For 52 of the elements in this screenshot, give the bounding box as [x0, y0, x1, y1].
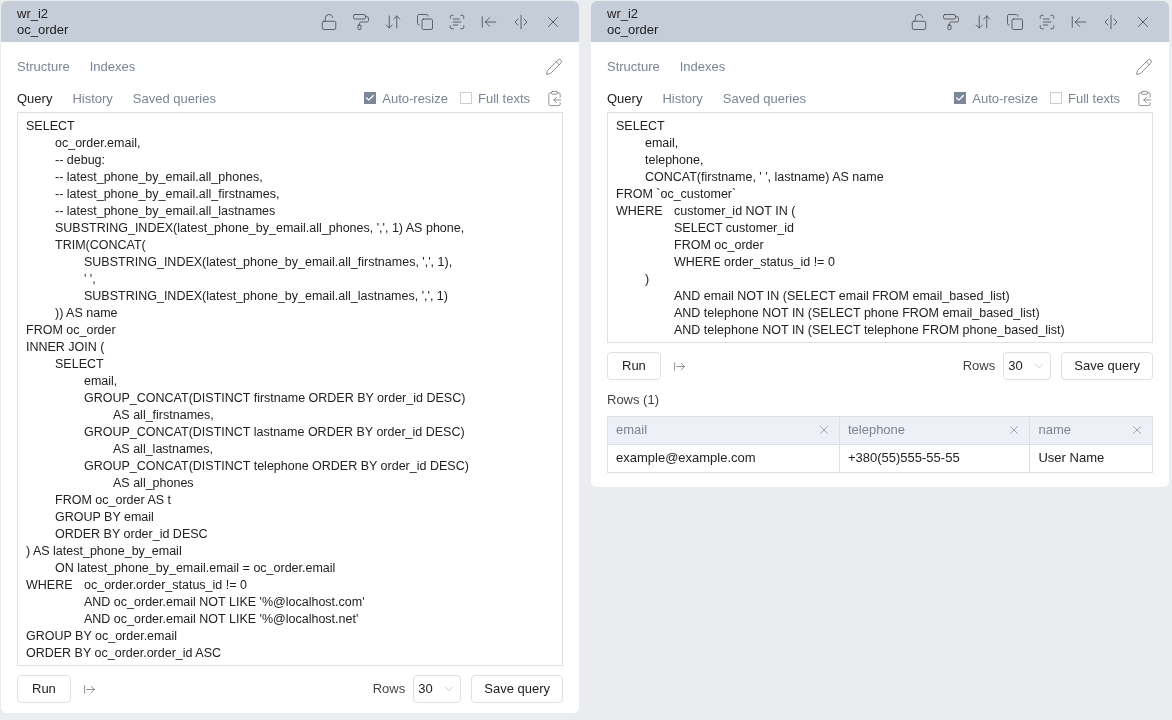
clipboard-icon[interactable] [546, 89, 563, 107]
query-editor[interactable]: SELECT oc_order.email, -- debug: -- latest_phone_by_email.all_phones, -- latest_phone_by_email.all_firstnames, -- latest_phone_by_email.all_lastnames SUBSTRING_INDEX(latest_phone_by_email.all_phones, ',', 1) AS phone, TRIM(CONCAT( SUBSTRING_INDEX(latest_phone_by_email.all_firstnames, ',', 1), ' ', SUBSTRING_INDEX(latest_phone_by_email.all_lastnames, ',', 1) )) AS name FROM oc_order INNER JOIN ( SELECT email, GROUP_CONCAT(DISTINCT firstname ORDER BY order_id DESC) AS all_firstnames, GROUP_CONCAT(DISTINCT lastname ORDER BY order_id DESC) AS all_lastnames, GROUP_CONCAT(DISTINCT telephone ORDER BY order_id DESC) AS all_phones FROM oc_order AS t GROUP BY email ORDER BY order_id DESC ) AS latest_phone_by_email ON latest_phone_by_email.email = oc_order.email WHERE oc_order.order_status_id != 0 AND oc_order.email NOT LIKE '%@localhost.com' AND oc_order.email NOT LIKE '%@localhost.net' GROUP BY oc_order.email ORDER BY oc_order.order_id ASC [17, 112, 563, 666]
checkbox-label: Auto-resize [972, 89, 1038, 108]
table-name: oc_order [607, 21, 659, 38]
tab[interactable]: Query [607, 88, 643, 108]
tab[interactable]: History [662, 88, 703, 108]
column-header[interactable]: email [607, 416, 840, 444]
table-cell: User Name [1029, 444, 1153, 472]
rows-label: Rows [962, 357, 996, 376]
tab[interactable]: Query [17, 88, 53, 108]
checkbox[interactable] [460, 92, 472, 105]
tab[interactable]: Saved queries [132, 88, 216, 108]
column-header[interactable]: name [1029, 416, 1153, 444]
database-name: wr_i2 [17, 5, 50, 22]
table-cell: +380(55)555-55-55 [839, 444, 1030, 472]
checkbox[interactable] [364, 92, 377, 105]
checkbox[interactable] [954, 92, 967, 105]
rows-select[interactable]: 30 [413, 675, 462, 703]
tab[interactable]: Saved queries [722, 88, 806, 108]
run-button[interactable]: Run [17, 675, 71, 703]
results-title: Rows (1) [607, 391, 660, 409]
checkbox-label: Auto-resize [382, 89, 448, 108]
checkbox-label: Full texts [478, 89, 530, 108]
paint-roller-icon[interactable] [941, 11, 961, 32]
arrow-to-line-icon [672, 359, 686, 373]
rows-select[interactable]: 30 [1003, 352, 1052, 380]
copy-icon[interactable] [415, 11, 435, 32]
save-query-button[interactable]: Save query [1061, 352, 1153, 380]
clipboard-icon[interactable] [1136, 89, 1153, 107]
rows-label: Rows [372, 680, 406, 699]
tab[interactable]: Structure [17, 57, 70, 77]
checkbox[interactable] [1050, 92, 1062, 105]
paint-roller-icon[interactable] [351, 11, 371, 32]
copy-icon[interactable] [1005, 11, 1025, 32]
table-name: oc_order [17, 21, 69, 38]
save-query-button[interactable]: Save query [471, 675, 563, 703]
close-icon[interactable] [1130, 423, 1144, 437]
tab[interactable]: History [72, 88, 113, 108]
tab[interactable]: Indexes [89, 57, 136, 77]
database-name: wr_i2 [607, 5, 640, 22]
run-button[interactable]: Run [607, 352, 661, 380]
edit-icon[interactable] [1135, 57, 1153, 76]
tab[interactable]: Indexes [679, 57, 726, 77]
query-editor[interactable]: SELECT email, telephone, CONCAT(firstname, ' ', lastname) AS name FROM `oc_customer` WHERE customer_id NOT IN ( SELECT customer_id FROM oc_order WHERE order_status_id != 0 ) AND email NOT IN (SELECT email FROM email_based_list) AND telephone NOT IN (SELECT phone FROM email_based_list) AND telephone NOT IN (SELECT telephone FROM phone_based_list) [607, 112, 1153, 343]
checkbox-label: Full texts [1068, 89, 1120, 108]
unlock-icon[interactable] [909, 11, 929, 32]
edit-icon[interactable] [545, 57, 563, 76]
unlock-icon[interactable] [319, 11, 339, 32]
table-cell: example@example.com [607, 444, 840, 472]
column-header[interactable]: telephone [839, 416, 1030, 444]
tab[interactable]: Structure [607, 57, 660, 77]
arrow-to-line-icon [82, 682, 96, 696]
